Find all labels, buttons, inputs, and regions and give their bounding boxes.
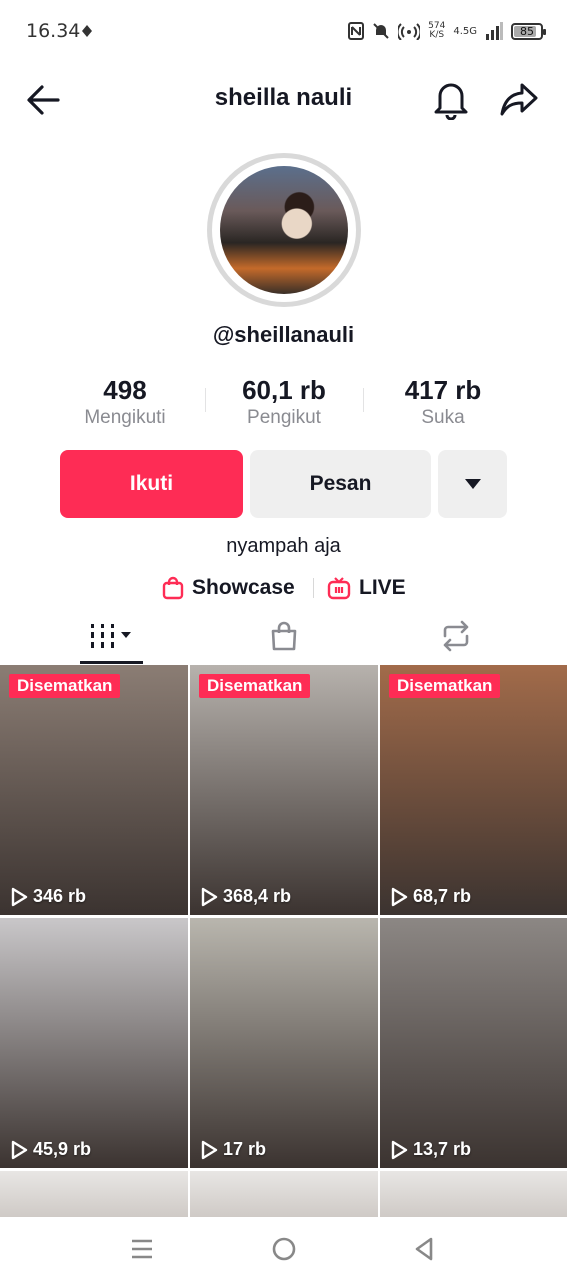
username-handle: @sheillanauli	[212, 322, 355, 347]
stat-followers[interactable]: 60,1 rb Pengikut	[204, 374, 364, 430]
stat-following[interactable]: 498 Mengikuti	[45, 374, 205, 430]
repost-icon	[443, 620, 468, 652]
view-count-label: 368,4 rb	[223, 886, 292, 906]
nfc-icon	[348, 22, 365, 40]
play-icon	[201, 1140, 218, 1159]
home-button[interactable]	[268, 1233, 300, 1265]
view-count: 17 rb	[200, 1139, 266, 1160]
video-thumbnail[interactable]: 13,7 rb	[380, 918, 567, 1168]
net-speed-unit: K/S	[429, 30, 445, 40]
back-triangle-icon	[415, 1237, 433, 1261]
content-tabs	[0, 608, 567, 664]
battery-icon: 85	[511, 22, 546, 40]
profile-links: Showcase LIVE	[0, 572, 567, 604]
status-time: 16.34	[26, 20, 81, 42]
profile-bio: nyampah aja	[226, 535, 341, 557]
system-nav-bar	[0, 1217, 567, 1280]
stat-likes-label: Suka	[421, 407, 465, 428]
video-thumbnail[interactable]: 45,9 rb	[0, 918, 188, 1168]
pinned-badge: Disematkan	[389, 674, 501, 698]
location-dot-icon	[82, 25, 92, 37]
signal-icon	[486, 22, 503, 40]
showcase-label: Showcase	[192, 576, 295, 599]
play-icon	[11, 1140, 28, 1159]
play-icon	[391, 1140, 408, 1159]
home-circle-icon	[272, 1237, 296, 1261]
videos-grid-icon	[90, 624, 131, 648]
profile-header: sheilla nauli	[0, 62, 567, 134]
battery-percent: 85	[520, 24, 534, 38]
play-icon	[201, 887, 218, 906]
video-thumbnail[interactable]: Disematkan 368,4 rb	[190, 665, 378, 915]
view-count-label: 45,9 rb	[33, 1139, 92, 1159]
view-count: 68,7 rb	[390, 886, 471, 907]
view-count-label: 17 rb	[223, 1139, 267, 1159]
suggested-accounts-button[interactable]	[438, 450, 507, 518]
profile-stats: 498 Mengikuti 60,1 rb Pengikut 417 rb Su…	[0, 374, 567, 434]
pinned-badge: Disematkan	[199, 674, 311, 698]
live-link[interactable]: LIVE	[327, 572, 406, 604]
view-count: 45,9 rb	[10, 1139, 91, 1160]
avatar[interactable]	[207, 153, 361, 307]
live-label: LIVE	[359, 576, 406, 599]
video-grid: Disematkan 346 rb Disematkan 368,4 rb Disema…	[0, 665, 567, 1217]
view-count-label: 68,7 rb	[413, 886, 472, 906]
hotspot-icon	[398, 23, 421, 40]
video-thumbnail[interactable]: 17 rb	[190, 918, 378, 1168]
system-back-button[interactable]	[408, 1233, 440, 1265]
caret-down-icon	[464, 479, 481, 489]
follow-button[interactable]: Ikuti	[60, 450, 243, 518]
view-count: 346 rb	[10, 886, 86, 907]
stat-likes[interactable]: 417 rb Suka	[363, 374, 523, 430]
tab-reposts[interactable]	[424, 608, 487, 664]
tab-shop[interactable]	[252, 608, 315, 664]
video-thumbnail[interactable]	[190, 1171, 378, 1217]
page-title: sheilla nauli	[214, 84, 353, 111]
shopping-bag-icon	[162, 576, 184, 600]
showcase-link[interactable]: Showcase	[162, 572, 295, 604]
video-thumbnail[interactable]	[380, 1171, 567, 1217]
menu-lines-icon	[132, 1239, 152, 1259]
live-tv-icon	[327, 577, 351, 600]
view-count: 368,4 rb	[200, 886, 291, 907]
recent-apps-button[interactable]	[126, 1233, 158, 1265]
stat-following-value: 498	[103, 375, 147, 405]
tab-videos[interactable]	[80, 608, 143, 664]
share-icon	[500, 83, 538, 116]
avatar-photo	[220, 166, 348, 294]
stat-followers-label: Pengikut	[247, 407, 321, 428]
tab-active-indicator	[80, 661, 143, 664]
video-thumbnail[interactable]	[0, 1171, 188, 1217]
stat-following-label: Mengikuti	[84, 407, 166, 428]
view-count-label: 346 rb	[33, 886, 87, 906]
pinned-badge: Disematkan	[9, 674, 121, 698]
notification-button[interactable]	[430, 78, 472, 121]
video-thumbnail[interactable]: Disematkan 68,7 rb	[380, 665, 567, 915]
network-type: 4.5G	[453, 25, 477, 37]
play-icon	[11, 887, 28, 906]
mute-bell-icon	[373, 23, 389, 39]
status-icons: 574 K/S 4.5G 85	[348, 18, 546, 44]
view-count: 13,7 rb	[390, 1139, 471, 1160]
share-button[interactable]	[498, 78, 540, 120]
video-thumbnail[interactable]: Disematkan 346 rb	[0, 665, 188, 915]
bell-icon	[434, 83, 468, 121]
message-button[interactable]: Pesan	[250, 450, 431, 518]
stat-followers-value: 60,1 rb	[242, 375, 326, 405]
net-speed: 574 K/S	[428, 22, 445, 40]
status-bar: 16.34 574 K/S 4.5G 85	[0, 0, 567, 62]
stat-likes-value: 417 rb	[404, 375, 482, 405]
shop-bag-icon	[271, 621, 296, 651]
link-divider	[313, 578, 314, 598]
play-icon	[391, 887, 408, 906]
view-count-label: 13,7 rb	[413, 1139, 472, 1159]
